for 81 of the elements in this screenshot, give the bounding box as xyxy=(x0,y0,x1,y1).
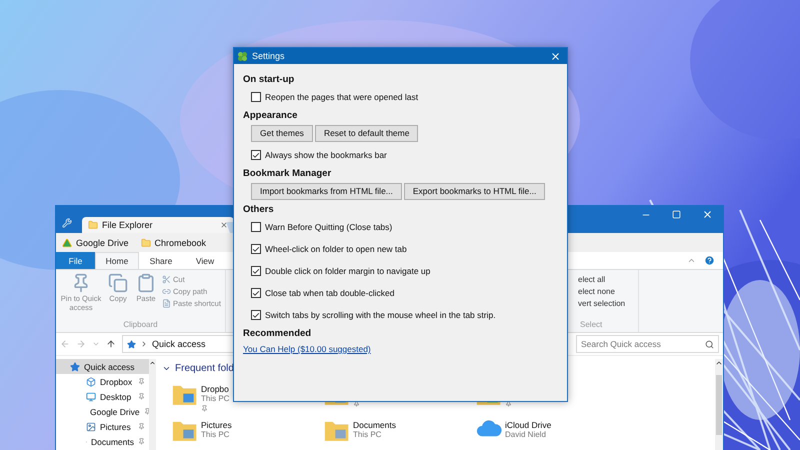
bookmark[interactable]: Google Drive xyxy=(62,238,129,248)
nav-item[interactable]: Pictures xyxy=(56,419,149,434)
folder-icon xyxy=(172,383,198,406)
monitor-icon xyxy=(86,392,96,402)
box-icon xyxy=(86,376,96,386)
path-icon xyxy=(162,287,171,296)
ribbon-tab[interactable]: Home xyxy=(95,252,139,269)
folder-item[interactable]: iCloud Drive David Nield xyxy=(476,419,628,450)
checkbox-label: Always show the bookmarks bar xyxy=(265,150,387,160)
checkbox-label: Reopen the pages that were opened last xyxy=(265,92,418,102)
donate-link[interactable]: You Can Help ($10.00 suggested) xyxy=(243,344,371,354)
pin-icon xyxy=(201,404,208,412)
nav-item[interactable]: Google Drive xyxy=(56,404,149,419)
copy-icon xyxy=(108,273,128,293)
close-icon[interactable] xyxy=(220,221,228,229)
pin-icon xyxy=(138,378,145,385)
browser-tab[interactable]: File Explorer xyxy=(82,217,234,233)
star-icon xyxy=(70,362,80,372)
dialog-button[interactable]: Reset to default theme xyxy=(314,124,418,142)
checkbox-label: Switch tabs by scrolling with the mouse wheel in the tab strip. xyxy=(265,310,496,320)
pin-icon xyxy=(138,423,145,430)
close-icon[interactable] xyxy=(550,50,561,62)
up-icon[interactable] xyxy=(106,339,116,349)
checkbox-label: Double click on folder margin to navigate up xyxy=(265,266,430,276)
clipboard-icon xyxy=(136,273,156,293)
checkbox[interactable] xyxy=(251,222,261,232)
ribbon-button[interactable]: vert selection xyxy=(578,299,636,308)
checkbox[interactable] xyxy=(251,266,261,276)
checkbox-label: Warn Before Quitting (Close tabs) xyxy=(265,222,392,232)
checkbox[interactable] xyxy=(251,150,261,160)
wrench-icon[interactable] xyxy=(62,218,72,228)
scrollbar[interactable] xyxy=(715,359,723,450)
folder-item[interactable]: Pictures This PC xyxy=(172,419,324,450)
ribbon-tab[interactable]: File xyxy=(56,252,95,269)
collapse-ribbon-icon[interactable] xyxy=(687,256,696,265)
folder-icon xyxy=(140,238,151,248)
folder-icon xyxy=(324,419,350,442)
scroll-up-icon[interactable] xyxy=(715,359,723,367)
checkbox[interactable] xyxy=(251,288,261,298)
clover-icon xyxy=(237,50,248,62)
nav-item[interactable]: Documents xyxy=(56,434,149,449)
section-heading: On start-up xyxy=(243,72,296,86)
scissors-icon xyxy=(162,275,171,284)
pin-icon xyxy=(138,393,145,400)
ribbon-button[interactable]: elect all xyxy=(578,275,636,284)
section-heading: Recommended xyxy=(243,326,312,340)
dialog-button[interactable]: Get themes xyxy=(251,124,313,142)
drive-icon xyxy=(62,238,72,248)
scrollbar[interactable] xyxy=(149,359,156,450)
scroll-up-icon[interactable] xyxy=(149,359,156,367)
group-label: Select xyxy=(579,320,604,331)
maximize-icon xyxy=(672,210,681,219)
group-label: Clipboard xyxy=(122,320,159,331)
bookmark[interactable]: Chromebook xyxy=(140,238,206,248)
search-field[interactable]: Search Quick access xyxy=(576,335,719,353)
nav-item[interactable]: Desktop xyxy=(56,389,149,404)
checkbox[interactable] xyxy=(251,310,261,320)
checkbox-label: Close tab when tab double-clicked xyxy=(265,288,394,298)
help-icon[interactable] xyxy=(704,255,715,266)
search-icon xyxy=(705,340,714,348)
checkbox-label: Wheel-click on folder to open new tab xyxy=(265,244,407,254)
folder-icon xyxy=(88,220,98,230)
section-heading: Others xyxy=(243,202,275,216)
shortcut-icon xyxy=(162,299,171,308)
checkbox[interactable] xyxy=(251,92,261,102)
pin-icon xyxy=(144,408,151,415)
section-heading: Bookmark Manager xyxy=(243,166,332,180)
dialog-button[interactable]: Import bookmarks from HTML file... xyxy=(251,182,402,200)
close-icon xyxy=(702,209,713,220)
section-heading: Appearance xyxy=(243,108,298,122)
folder-item[interactable]: Documents This PC xyxy=(324,419,476,450)
folder-icon xyxy=(172,419,198,442)
dialog-title: Settings xyxy=(252,51,285,61)
nav-item[interactable]: Dropbox xyxy=(56,374,149,389)
ribbon-button[interactable]: elect none xyxy=(578,287,636,296)
nav-item[interactable]: Quick access xyxy=(56,359,149,374)
image-icon xyxy=(86,422,96,432)
checkbox[interactable] xyxy=(251,244,261,254)
cloud-icon xyxy=(476,419,502,438)
pin-icon xyxy=(138,438,145,445)
dialog-button[interactable]: Export bookmarks to HTML file... xyxy=(404,182,546,200)
